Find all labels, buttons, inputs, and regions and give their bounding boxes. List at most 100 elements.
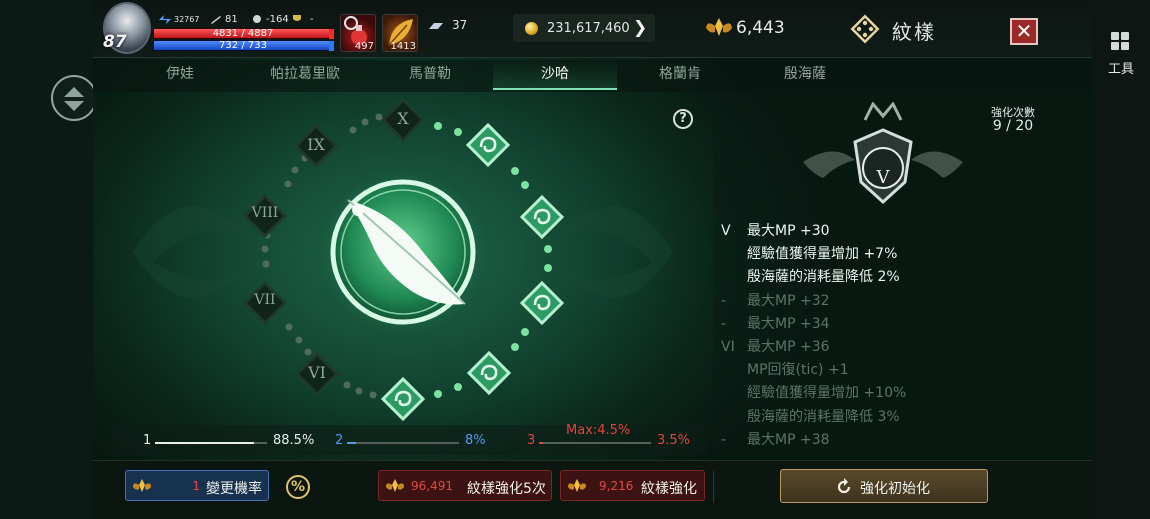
stat-row: MP回復(tic) +1 bbox=[721, 359, 1061, 382]
crystal-value: 6,443 bbox=[736, 18, 785, 38]
prob-3-num: 3 bbox=[527, 433, 536, 448]
crystal-wings-icon bbox=[706, 18, 732, 36]
stat-row: 經驗值獲得量增加 +10% bbox=[721, 382, 1061, 405]
stat-text: MP回復(tic) +1 bbox=[747, 362, 849, 379]
stat-text: 最大MP +34 bbox=[747, 315, 830, 332]
change-rate-cost: 1 bbox=[192, 479, 200, 493]
rank-badge-icon bbox=[803, 102, 963, 205]
stat-row: - 最大MP +34 bbox=[721, 313, 1061, 336]
status-bar: 87 32767 81 -164 - 4831 / 4887 732 / 733 bbox=[93, 0, 1092, 58]
currency-expand-button[interactable]: ❯ bbox=[633, 18, 647, 38]
refresh-icon bbox=[837, 478, 851, 494]
tab-2[interactable]: 馬普勒 bbox=[368, 60, 492, 90]
tools-button[interactable]: 工具 bbox=[1103, 32, 1139, 80]
page-title: 紋樣 bbox=[892, 20, 936, 44]
leaf-slot[interactable]: 1413 bbox=[382, 14, 418, 52]
percent-icon[interactable]: % bbox=[286, 475, 310, 499]
node-numeral-vii[interactable]: VII bbox=[245, 292, 285, 308]
tab-0[interactable]: 伊娃 bbox=[118, 60, 242, 90]
reset-enhance-label: 強化初始化 bbox=[860, 481, 930, 497]
reset-enhance-button[interactable]: 強化初始化 bbox=[780, 469, 988, 503]
enhance-label: 紋樣強化 bbox=[641, 481, 697, 497]
enhance-5x-button[interactable]: 96,491 紋樣強化5次 bbox=[378, 470, 552, 501]
stat-tier: V bbox=[721, 223, 731, 239]
stat-text: 經驗值獲得量增加 +7% bbox=[747, 246, 898, 263]
prob-2-pct: 8% bbox=[465, 433, 486, 448]
wheel-graphic bbox=[133, 97, 673, 422]
tab-1[interactable]: 帕拉葛里歐 bbox=[243, 60, 367, 90]
crystal-display bbox=[705, 14, 733, 44]
stat-row: V 最大MP +30 bbox=[721, 220, 1061, 243]
glyph-icon bbox=[850, 14, 880, 44]
sword-stat: 81 bbox=[210, 14, 238, 25]
glyph-screen: 87 32767 81 -164 - 4831 / 4887 732 / 733 bbox=[93, 0, 1092, 519]
power-icon bbox=[159, 14, 171, 24]
tab-5[interactable]: 殷海薩 bbox=[743, 60, 867, 90]
prob-2-track bbox=[347, 442, 459, 444]
skull-value: -164 bbox=[266, 14, 289, 25]
node-numeral-x[interactable]: X bbox=[393, 109, 413, 128]
prob-2-num: 2 bbox=[335, 433, 344, 448]
node-numeral-vi[interactable]: VI bbox=[302, 363, 332, 382]
close-button[interactable]: ✕ bbox=[1010, 18, 1038, 45]
potion-slot[interactable]: 497 bbox=[340, 14, 376, 52]
mp-text: 732 / 733 bbox=[219, 40, 267, 51]
node-numeral-ix[interactable]: IX bbox=[301, 135, 331, 154]
prob-1-num: 1 bbox=[143, 433, 152, 448]
grid-icon bbox=[1111, 32, 1131, 52]
trophy-value: - bbox=[310, 14, 314, 25]
enhance-button[interactable]: 9,216 紋樣強化 bbox=[560, 470, 705, 501]
enhance-cost: 9,216 bbox=[599, 479, 634, 493]
prob-1-fill bbox=[155, 442, 255, 444]
prob-3-pct: 3.5% bbox=[657, 433, 691, 448]
node-numeral-viii[interactable]: VIII bbox=[243, 205, 287, 221]
close-icon: ✕ bbox=[1015, 19, 1033, 43]
crystal-wings-icon bbox=[133, 479, 151, 492]
stat-tier: - bbox=[721, 292, 727, 309]
trophy-stat: - bbox=[291, 14, 314, 25]
silver-display: 37 bbox=[428, 18, 467, 32]
scroll-toggle-icon[interactable] bbox=[51, 75, 97, 121]
stat-text: 最大MP +30 bbox=[747, 223, 830, 239]
action-bar: 1 變更機率 % 96,491 紋樣強化5次 9,216 紋樣強化 強化初始化 bbox=[93, 460, 1092, 519]
tab-bar: 伊娃 帕拉葛里歐 馬普勒 沙哈 格蘭肯 殷海薩 bbox=[93, 60, 1092, 92]
silver-value: 37 bbox=[452, 18, 468, 32]
stat-row: 殷海薩的消耗量降低 3% bbox=[721, 406, 1061, 429]
leaf-count: 1413 bbox=[390, 41, 416, 52]
tab-4[interactable]: 格蘭肯 bbox=[618, 60, 742, 90]
stat-text: 最大MP +36 bbox=[747, 338, 830, 355]
tab-3[interactable]: 沙哈 bbox=[493, 60, 617, 90]
gold-coin-icon bbox=[525, 22, 538, 35]
mp-bar-cap bbox=[329, 41, 334, 51]
prob-3-track bbox=[539, 442, 651, 444]
prob-3-max: Max:4.5% bbox=[566, 423, 631, 438]
sword-value: 81 bbox=[225, 14, 238, 25]
power-stat: 32767 bbox=[159, 14, 199, 25]
feather-icon bbox=[311, 160, 495, 344]
stat-row: 經驗值獲得量增加 +7% bbox=[721, 243, 1061, 266]
stat-row: - 最大MP +38 bbox=[721, 429, 1061, 452]
prob-2-fill bbox=[347, 442, 356, 444]
help-icon[interactable]: ? bbox=[673, 109, 693, 129]
silver-icon bbox=[429, 22, 443, 29]
tools-label: 工具 bbox=[1107, 62, 1134, 77]
stat-tier: VI bbox=[721, 338, 735, 355]
prob-1-pct: 88.5% bbox=[273, 433, 315, 448]
stat-text: 最大MP +38 bbox=[747, 431, 830, 448]
potion-count: 497 bbox=[354, 41, 374, 52]
crystal-wings-icon bbox=[386, 479, 404, 492]
stat-tier: - bbox=[721, 315, 727, 332]
change-rate-label: 變更機率 bbox=[206, 481, 262, 497]
stat-text: 經驗值獲得量增加 +10% bbox=[747, 385, 907, 402]
change-rate-button[interactable]: 1 變更機率 bbox=[125, 470, 269, 501]
mp-bar: 732 / 733 bbox=[153, 40, 333, 51]
trophy-icon bbox=[293, 14, 301, 21]
skull-stat: -164 bbox=[251, 14, 289, 25]
prob-3-fill bbox=[539, 442, 543, 444]
stat-text: 殷海薩的消耗量降低 3% bbox=[747, 408, 900, 425]
enhance-5x-cost: 96,491 bbox=[411, 479, 453, 493]
stat-row: VI 最大MP +36 bbox=[721, 336, 1061, 359]
badge-numeral: V bbox=[876, 167, 890, 188]
hp-text: 4831 / 4887 bbox=[212, 28, 274, 39]
hp-bar: 4831 / 4887 bbox=[153, 28, 333, 39]
